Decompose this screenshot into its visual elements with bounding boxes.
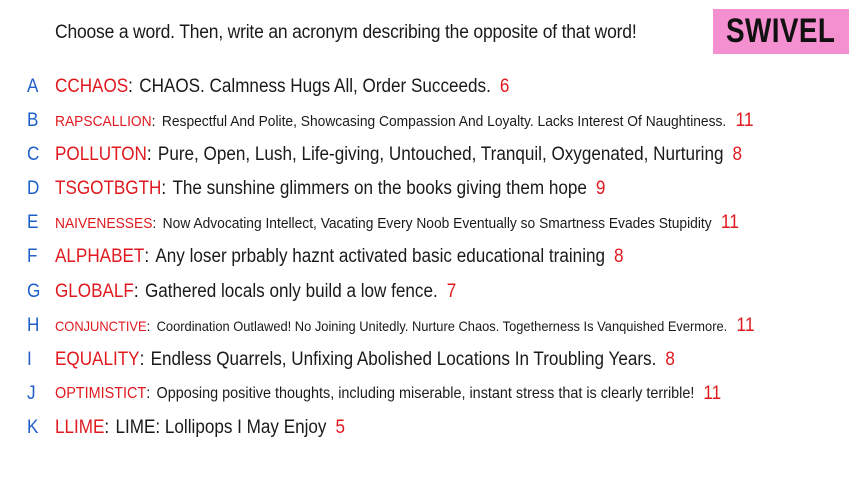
row-acronym: Opposing positive thoughts, including mi…	[156, 385, 695, 402]
row-acronym: Now Advocating Intellect, Vacating Every…	[162, 214, 712, 232]
row-score: 8	[665, 349, 675, 370]
row-word: EQUALITY	[55, 349, 140, 370]
row-letter: K	[27, 417, 39, 438]
entry-row-g: G GLOBALF: Gathered locals only build a …	[27, 281, 457, 302]
row-score: 11	[720, 212, 740, 233]
row-acronym: Pure, Open, Lush, Life-giving, Untouched…	[157, 144, 724, 165]
row-acronym: Respectful And Polite, Showcasing Compas…	[161, 112, 727, 130]
prompt-text: Choose a word. Then, write an acronym de…	[55, 22, 637, 43]
entry-row-k: K LLIME: LIME: Lollipops I May Enjoy 5	[27, 417, 346, 438]
entry-row-e: E NAIVENESSES: Now Advocating Intellect,…	[27, 212, 740, 233]
row-word: CONJUNCTIVE	[55, 318, 147, 334]
swivel-badge: SWIVEL	[713, 9, 849, 54]
row-word: LLIME	[55, 417, 105, 438]
row-word: ALPHABET	[55, 246, 145, 267]
entry-row-i: I EQUALITY: Endless Quarrels, Unfixing A…	[27, 349, 675, 370]
row-word: GLOBALF	[55, 281, 134, 302]
row-letter: A	[27, 76, 39, 97]
row-acronym: The sunshine glimmers on the books givin…	[172, 178, 587, 199]
row-word: RAPSCALLION	[55, 112, 152, 130]
row-letter: D	[27, 178, 40, 199]
entry-row-b: B RAPSCALLION: Respectful And Polite, Sh…	[27, 110, 754, 131]
row-acronym: Endless Quarrels, Unfixing Abolished Loc…	[150, 349, 657, 370]
row-acronym: LIME: Lollipops I May Enjoy	[115, 417, 327, 438]
row-score: 5	[335, 417, 346, 438]
row-word: OPTIMISTICT	[55, 385, 147, 402]
row-score: 11	[736, 315, 755, 336]
row-word: POLLUTON	[55, 144, 147, 165]
row-letter: G	[27, 281, 41, 302]
entry-row-d: D TSGOTBGTH: The sunshine glimmers on th…	[27, 178, 606, 199]
row-acronym: Gathered locals only build a low fence.	[144, 281, 438, 302]
entry-row-f: F ALPHABET: Any loser prbably haznt acti…	[27, 246, 624, 267]
row-score: 8	[732, 144, 743, 165]
row-acronym: Any loser prbably haznt activated basic …	[155, 246, 606, 267]
row-word: TSGOTBGTH	[55, 178, 162, 199]
entry-row-h: H CONJUNCTIVE: Coordination Outlawed! No…	[27, 315, 755, 336]
row-score: 11	[703, 383, 722, 404]
row-letter: J	[27, 383, 36, 404]
row-letter: F	[27, 246, 38, 267]
row-word: NAIVENESSES	[55, 214, 153, 232]
row-acronym: Coordination Outlawed! No Joining United…	[156, 318, 728, 334]
row-letter: I	[27, 349, 32, 370]
row-word: CCHAOS	[55, 76, 129, 97]
entry-row-a: A CCHAOS: CHAOS. Calmness Hugs All, Orde…	[27, 76, 510, 97]
entry-row-j: J OPTIMISTICT: Opposing positive thought…	[27, 383, 722, 404]
row-acronym: CHAOS. Calmness Hugs All, Order Succeeds…	[139, 76, 491, 97]
row-letter: H	[27, 315, 40, 336]
entry-row-c: C POLLUTON: Pure, Open, Lush, Life-givin…	[27, 144, 743, 165]
row-score: 8	[614, 246, 624, 267]
row-score: 11	[735, 110, 754, 131]
row-score: 6	[499, 76, 510, 97]
row-score: 7	[446, 281, 457, 302]
row-letter: B	[27, 110, 39, 131]
row-score: 9	[595, 178, 606, 199]
row-letter: E	[27, 212, 39, 233]
badge-label: SWIVEL	[726, 12, 836, 50]
row-letter: C	[27, 144, 40, 165]
